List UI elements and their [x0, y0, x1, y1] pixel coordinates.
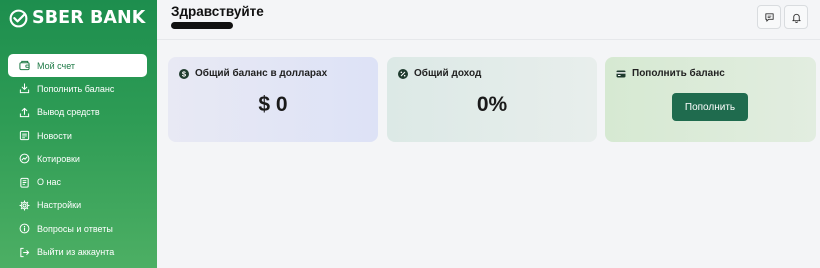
topup-button[interactable]: Пополнить — [672, 93, 748, 121]
document-icon — [20, 177, 29, 188]
chat-button[interactable] — [757, 5, 781, 29]
sidebar-item-quotes[interactable]: Котировки — [8, 147, 147, 170]
sidebar-item-label: О нас — [37, 177, 61, 188]
sidebar-item-withdraw[interactable]: Вывод средств — [8, 101, 147, 124]
withdraw-icon — [19, 107, 30, 117]
help-icon — [19, 223, 30, 234]
chart-icon — [19, 153, 30, 164]
news-icon — [19, 130, 30, 141]
sidebar-item-my-account[interactable]: Мой счет — [8, 54, 147, 78]
sidebar-item-settings[interactable]: Настройки — [8, 194, 147, 217]
sidebar-item-about[interactable]: О нас — [8, 170, 147, 193]
balance-value: $ 0 — [258, 93, 288, 116]
greeting-title: Здравствуйте — [171, 4, 264, 19]
sidebar-item-label: Вывод средств — [37, 107, 100, 118]
income-card-title: Общий доход — [398, 68, 481, 79]
sidebar-item-deposit[interactable]: Пополнить баланс — [8, 77, 147, 100]
sidebar-item-label: Вопросы и ответы — [37, 223, 113, 234]
sidebar-item-label: Котировки — [37, 153, 80, 164]
sidebar: SBER BANK Мой счет Пополнить баланс Выво… — [0, 0, 157, 268]
notifications-button[interactable] — [784, 5, 808, 29]
sidebar-item-news[interactable]: Новости — [8, 124, 147, 147]
gear-icon — [19, 200, 30, 211]
wallet-icon — [19, 61, 30, 71]
brand-name: SBER BANK — [32, 8, 146, 28]
sidebar-item-label: Пополнить баланс — [37, 83, 115, 94]
sidebar-item-label: Выйти из аккаунта — [37, 247, 115, 258]
deposit-icon — [19, 83, 30, 94]
dollar-icon: $ — [179, 68, 189, 79]
logout-icon — [20, 247, 30, 257]
card-icon — [616, 70, 626, 77]
percent-icon — [398, 68, 408, 79]
user-name-redacted — [171, 22, 233, 29]
bell-icon — [791, 13, 801, 23]
income-value: 0% — [476, 93, 508, 116]
topup-card: Пополнить баланс Пополнить — [605, 57, 816, 142]
topup-card-title: Пополнить баланс — [616, 68, 725, 79]
top-header: Здравствуйте — [157, 0, 820, 40]
balance-card-title: $ Общий баланс в долларах — [179, 68, 327, 79]
sidebar-nav: Мой счет Пополнить баланс Вывод средств … — [8, 54, 147, 264]
income-card: Общий доход 0% — [387, 57, 597, 142]
chat-icon — [764, 12, 774, 22]
topup-title-text: Пополнить баланс — [632, 68, 725, 79]
sidebar-item-label: Настройки — [37, 200, 82, 211]
sber-logo-icon — [9, 9, 28, 27]
brand-logo[interactable]: SBER BANK — [9, 7, 145, 29]
sidebar-item-label: Мой счет — [37, 60, 76, 71]
balance-card: $ Общий баланс в долларах $ 0 — [168, 57, 378, 142]
sidebar-item-logout[interactable]: Выйти из аккаунта — [8, 240, 147, 263]
income-title-text: Общий доход — [414, 68, 482, 79]
balance-title-text: Общий баланс в долларах — [195, 68, 328, 79]
sidebar-item-label: Новости — [37, 130, 72, 141]
sidebar-item-faq[interactable]: Вопросы и ответы — [8, 217, 147, 240]
